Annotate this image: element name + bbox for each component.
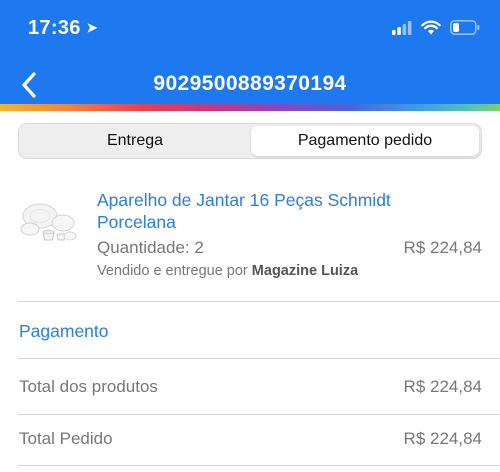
order-number-title: 9029500889370194 [153, 72, 347, 95]
product-quantity: Quantidade: 2 [97, 238, 204, 257]
tab-pagamento-pedido[interactable]: Pagamento pedido [251, 126, 479, 156]
segmented-control: Entrega Pagamento pedido [18, 123, 482, 159]
tab-entrega[interactable]: Entrega [21, 126, 249, 156]
product-thumbnail [20, 203, 77, 241]
signal-icon [392, 20, 412, 35]
product-name-link[interactable]: Aparelho de Jantar 16 Peças Schmidt Porc… [97, 189, 397, 233]
divider [18, 465, 500, 466]
battery-icon [450, 20, 480, 35]
seller-name: Magazine Luiza [251, 263, 359, 279]
seller-prefix: Vendido e entregue por [97, 263, 248, 279]
location-arrow-icon: ➤ [86, 20, 98, 35]
wifi-icon [421, 20, 441, 35]
app-header: 17:36 ➤ 9029500889370194 [0, 0, 500, 107]
total-products-label: Total dos produtos [19, 377, 158, 396]
product-item: Aparelho de Jantar 16 Peças Schmidt Porc… [0, 180, 500, 298]
status-time: 17:36 ➤ [28, 17, 98, 40]
divider [18, 358, 500, 359]
rainbow-strip [0, 104, 500, 111]
divider [18, 414, 500, 415]
divider [18, 301, 500, 302]
product-price: R$ 224,84 [403, 238, 482, 257]
payment-section-title: Pagamento [19, 321, 109, 341]
seller-info: Vendido e entregue por Magazine Luiza [97, 263, 358, 279]
status-time-text: 17:36 [28, 17, 81, 39]
total-order-label: Total Pedido [19, 429, 113, 448]
total-products-value: R$ 224,84 [403, 377, 482, 396]
total-order-value: R$ 224,84 [403, 429, 482, 448]
status-icons [392, 20, 480, 35]
